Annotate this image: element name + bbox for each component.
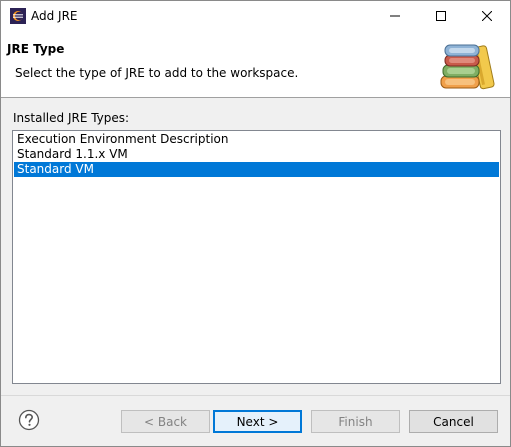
minimize-icon (390, 15, 400, 17)
add-jre-dialog: Add JRE JRE Type Select the type of JRE … (0, 0, 511, 447)
close-icon (482, 11, 492, 21)
help-button[interactable] (18, 409, 40, 431)
list-item-execution-environment-description[interactable]: Execution Environment Description (14, 132, 499, 147)
maximize-button[interactable] (418, 1, 464, 31)
help-icon (18, 409, 40, 431)
installed-jre-types-label: Installed JRE Types: (13, 111, 130, 125)
finish-button[interactable]: Finish (311, 410, 400, 433)
close-button[interactable] (464, 1, 510, 31)
page-description: Select the type of JRE to add to the wor… (15, 66, 299, 80)
wizard-header: JRE Type Select the type of JRE to add t… (1, 31, 510, 98)
window-title: Add JRE (31, 9, 78, 23)
next-button[interactable]: Next > (213, 410, 302, 433)
maximize-icon (436, 11, 446, 21)
minimize-button[interactable] (372, 1, 418, 31)
books-graphic (437, 40, 499, 92)
jre-type-list[interactable]: Execution Environment Description Standa… (12, 130, 501, 384)
cancel-button[interactable]: Cancel (409, 410, 498, 433)
page-title: JRE Type (7, 42, 65, 56)
list-item-standard-vm[interactable]: Standard VM (14, 162, 499, 177)
list-item-standard-1-1-x-vm[interactable]: Standard 1.1.x VM (14, 147, 499, 162)
footer-separator (1, 395, 510, 396)
back-button[interactable]: < Back (121, 410, 210, 433)
eclipse-icon (10, 8, 26, 24)
title-bar: Add JRE (1, 1, 510, 31)
